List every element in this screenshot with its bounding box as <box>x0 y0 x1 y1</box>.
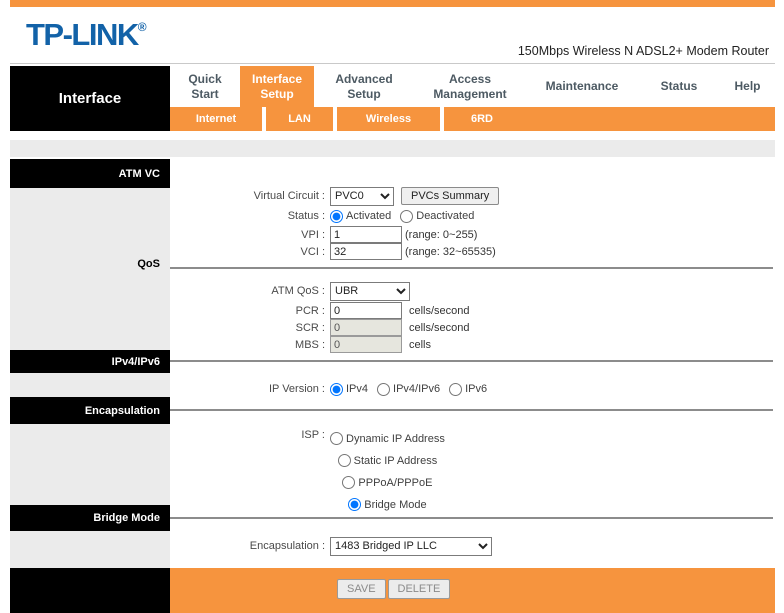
encapsulation-row: Encapsulation : 1483 Bridged IP LLC <box>170 536 775 556</box>
tab-quick-start[interactable]: QuickStart <box>170 66 240 107</box>
status-deactivated-label: Deactivated <box>416 210 474 222</box>
pvcs-summary-button[interactable]: PVCs Summary <box>401 187 499 205</box>
vci-row: VCI : (range: 32~65535) <box>170 243 775 260</box>
isp-dynamic-ip-label: Dynamic IP Address <box>346 433 445 445</box>
vpi-range-hint: (range: 0~255) <box>405 229 477 241</box>
isp-pppoa-pppoe-radio[interactable] <box>342 476 355 489</box>
content-area: ATM VC QoS IPv4/IPv6 Encapsulation Bridg… <box>10 140 775 613</box>
main-navigation: Interface QuickStart InterfaceSetup Adva… <box>10 66 775 131</box>
subtab-lan[interactable]: LAN <box>262 107 333 131</box>
scr-unit: cells/second <box>409 322 470 334</box>
ip-version-ipv4-ipv6-radio[interactable] <box>377 383 390 396</box>
mbs-row: MBS : cells <box>170 336 775 353</box>
vpi-label: VPI : <box>170 229 330 241</box>
tab-interface-setup[interactable]: InterfaceSetup <box>240 66 314 107</box>
isp-pppoa-pppoe-label: PPPoA/PPPoE <box>358 477 432 489</box>
tab-access-management[interactable]: AccessManagement <box>414 66 526 107</box>
virtual-circuit-label: Virtual Circuit : <box>170 190 330 202</box>
ip-version-label: IP Version : <box>170 383 330 395</box>
vci-range-hint: (range: 32~65535) <box>405 246 496 258</box>
tab-help[interactable]: Help <box>720 66 775 107</box>
vci-label: VCI : <box>170 246 330 258</box>
section-header-bridge-mode: Bridge Mode <box>10 505 170 531</box>
isp-dynamic-ip-radio[interactable] <box>330 432 343 445</box>
atm-qos-row: ATM QoS : UBR <box>170 281 775 301</box>
tp-link-logo: TP-LINK® <box>26 17 147 53</box>
mbs-label: MBS : <box>170 339 330 351</box>
atm-qos-label: ATM QoS : <box>170 285 330 297</box>
logo-text: TP-LINK <box>26 17 138 52</box>
status-activated-label: Activated <box>346 210 391 222</box>
footer-sidebar-block <box>10 568 170 613</box>
page: TP-LINK® 150Mbps Wireless N ADSL2+ Modem… <box>10 0 775 613</box>
vci-input[interactable] <box>330 243 402 260</box>
status-activated-radio[interactable] <box>330 210 343 223</box>
sub-navigation: Internet LAN Wireless 6RD <box>170 107 775 131</box>
ip-version-ipv4-ipv6-label: IPv4/IPv6 <box>393 383 440 395</box>
ip-version-row: IP Version : IPv4 IPv4/IPv6 IPv6 <box>170 380 775 398</box>
tab-status[interactable]: Status <box>638 66 720 107</box>
divider-ipv4-ipv6 <box>170 360 773 362</box>
product-subtitle: 150Mbps Wireless N ADSL2+ Modem Router <box>518 44 769 58</box>
section-header-atm-vc: ATM VC <box>10 159 170 188</box>
vpi-input[interactable] <box>330 226 402 243</box>
isp-bridge-mode-radio[interactable] <box>348 498 361 511</box>
save-button[interactable]: SAVE <box>337 579 386 599</box>
divider-qos <box>170 267 773 269</box>
encapsulation-label: Encapsulation : <box>170 540 330 552</box>
section-label-qos: QoS <box>10 258 170 270</box>
ip-version-ipv4-radio[interactable] <box>330 383 343 396</box>
divider-bridge-mode <box>170 517 773 519</box>
vpi-row: VPI : (range: 0~255) <box>170 226 775 243</box>
scr-row: SCR : cells/second <box>170 319 775 336</box>
footer-action-strip: SAVE DELETE <box>170 568 775 613</box>
header: TP-LINK® 150Mbps Wireless N ADSL2+ Modem… <box>10 7 775 64</box>
encapsulation-select[interactable]: 1483 Bridged IP LLC <box>330 537 492 556</box>
nav-tabs: QuickStart InterfaceSetup AdvancedSetup … <box>170 66 775 107</box>
subtab-wireless[interactable]: Wireless <box>333 107 440 131</box>
isp-row: ISP : Dynamic IP Address Static IP Addre… <box>170 429 775 514</box>
status-label: Status : <box>170 210 330 222</box>
footer-bar: SAVE DELETE <box>10 568 775 613</box>
ip-version-ipv4-label: IPv4 <box>346 383 368 395</box>
mbs-unit: cells <box>409 339 431 351</box>
section-header-ipv4-ipv6: IPv4/IPv6 <box>10 350 170 373</box>
isp-bridge-mode-label: Bridge Mode <box>364 499 426 511</box>
status-deactivated-radio[interactable] <box>400 210 413 223</box>
registered-mark: ® <box>138 20 147 34</box>
pcr-input[interactable] <box>330 302 402 319</box>
status-row: Status : Activated Deactivated <box>170 208 775 224</box>
pcr-row: PCR : cells/second <box>170 302 775 319</box>
pcr-unit: cells/second <box>409 305 470 317</box>
isp-static-ip-radio[interactable] <box>338 454 351 467</box>
virtual-circuit-select[interactable]: PVC0 <box>330 187 394 206</box>
isp-label: ISP : <box>170 429 330 441</box>
section-header-encapsulation: Encapsulation <box>10 397 170 424</box>
content-top-strip <box>10 140 775 157</box>
scr-label: SCR : <box>170 322 330 334</box>
atm-qos-select[interactable]: UBR <box>330 282 410 301</box>
mbs-input <box>330 336 402 353</box>
virtual-circuit-row: Virtual Circuit : PVC0 PVCs Summary <box>170 186 775 206</box>
top-accent-strip <box>10 0 775 7</box>
ip-version-ipv6-label: IPv6 <box>465 383 487 395</box>
subtab-internet[interactable]: Internet <box>170 107 262 131</box>
tab-maintenance[interactable]: Maintenance <box>526 66 638 107</box>
divider-encapsulation <box>170 409 773 411</box>
isp-static-ip-label: Static IP Address <box>354 455 438 467</box>
pcr-label: PCR : <box>170 305 330 317</box>
page-title: Interface <box>10 66 170 131</box>
delete-button[interactable]: DELETE <box>388 579 451 599</box>
ip-version-ipv6-radio[interactable] <box>449 383 462 396</box>
scr-input <box>330 319 402 336</box>
tab-advanced-setup[interactable]: AdvancedSetup <box>314 66 414 107</box>
subtab-6rd[interactable]: 6RD <box>440 107 520 131</box>
